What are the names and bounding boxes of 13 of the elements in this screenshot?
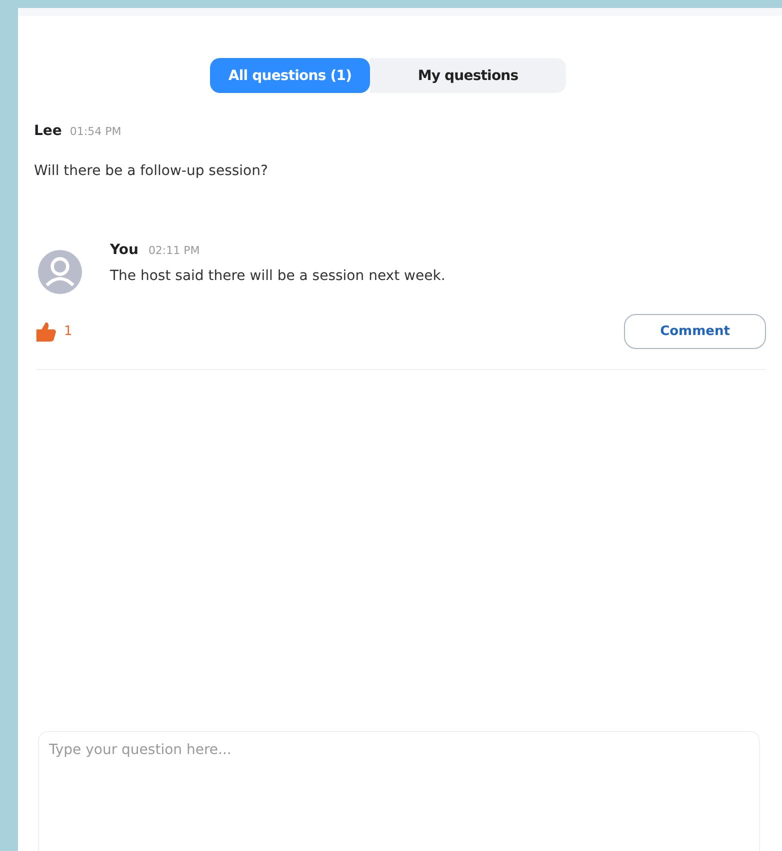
question-text: Will there be a follow-up session? (34, 163, 269, 179)
author-name: You (110, 242, 138, 258)
tab[interactable]: All questions (1) (210, 58, 370, 93)
author-name: Lee (34, 123, 62, 139)
tab[interactable]: My questions (370, 58, 566, 93)
like-count: 1 (64, 324, 72, 339)
answer-text: The host said there will be a session next week. (110, 268, 446, 284)
question-input[interactable]: Type your question here... (38, 731, 760, 851)
avatar-icon (38, 250, 82, 294)
comment-button[interactable]: Comment (624, 314, 766, 349)
thumbs-up-icon[interactable] (36, 322, 56, 342)
timestamp: 01:54 PM (70, 125, 122, 138)
timestamp: 02:11 PM (148, 244, 200, 257)
